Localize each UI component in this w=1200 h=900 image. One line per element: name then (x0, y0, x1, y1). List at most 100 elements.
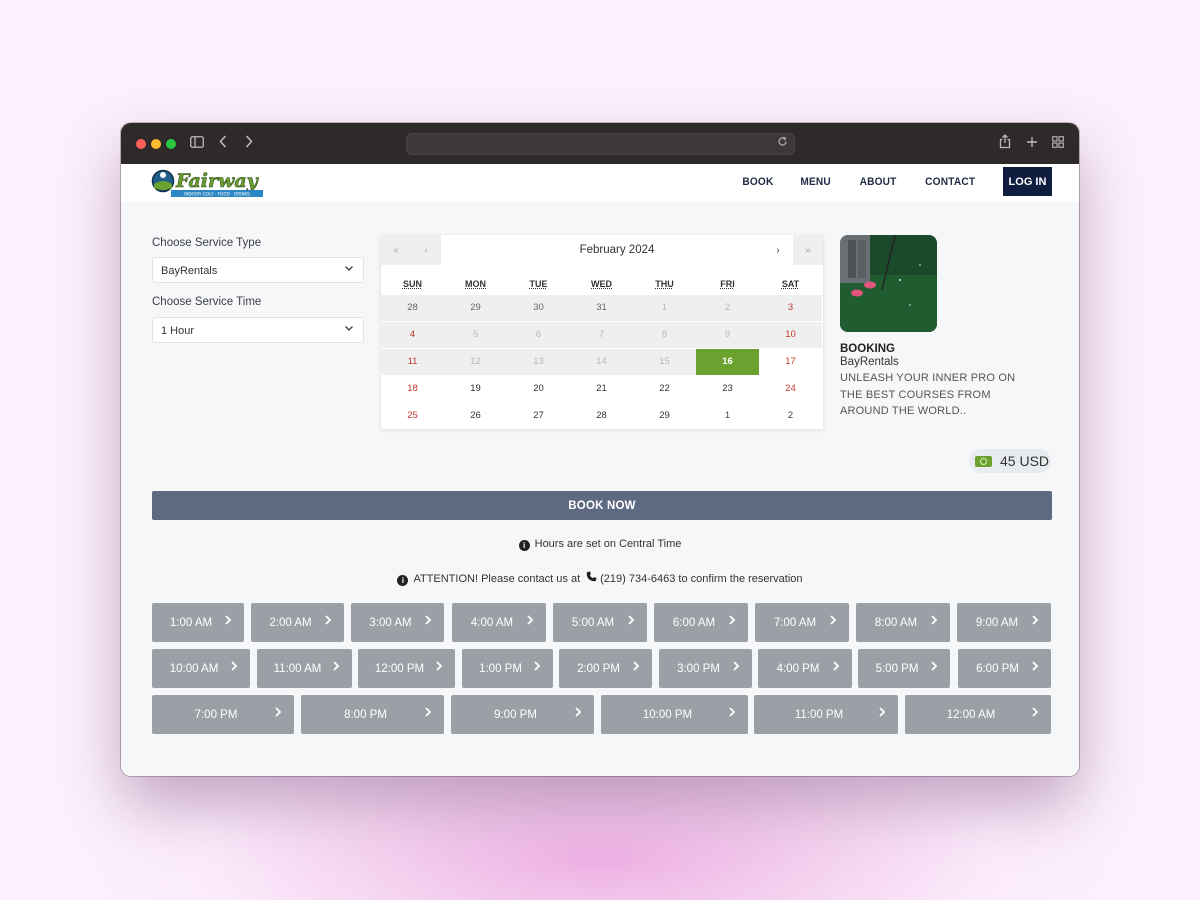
book-now-button[interactable]: BOOK NOW (152, 491, 1052, 520)
address-bar[interactable] (406, 133, 795, 155)
weekday-label: WED (591, 279, 612, 289)
timezone-note: i Hours are set on Central Time (121, 538, 1079, 551)
money-icon (975, 455, 992, 467)
time-slot-button[interactable]: 3:00 PM (659, 649, 752, 688)
time-slot-button[interactable]: 5:00 AM (553, 603, 647, 642)
calendar-day[interactable]: 20 (507, 376, 570, 402)
nav-menu[interactable]: MENU (801, 176, 832, 188)
calendar-day[interactable]: 18 (381, 376, 444, 402)
phone-icon (586, 571, 597, 585)
next-month-button[interactable]: › (763, 235, 793, 265)
time-slot-label: 1:00 PM (479, 662, 522, 675)
chevron-right-icon (526, 613, 534, 629)
weekday-label: FRI (720, 279, 735, 289)
chevron-down-icon (344, 263, 354, 276)
calendar-day: 14 (570, 349, 633, 375)
calendar-day[interactable]: 11 (381, 349, 444, 375)
logo-text: Fairway (175, 170, 260, 192)
fairway-logo[interactable]: Fairway INDOOR GOLF · FOOD · DRINKS (151, 166, 279, 199)
time-slot-label: 3:00 PM (677, 662, 720, 675)
minimize-window-button[interactable] (151, 139, 161, 149)
calendar-month-label: February 2024 (579, 244, 655, 256)
calendar-day[interactable]: 25 (381, 403, 444, 429)
nav-contact[interactable]: CONTACT (925, 176, 975, 188)
nav-book[interactable]: BOOK (742, 176, 773, 188)
time-slot-button[interactable]: 9:00 AM (957, 603, 1051, 642)
service-type-select[interactable]: BayRentals (152, 257, 364, 283)
sidebar-toggle-icon[interactable] (190, 134, 204, 152)
time-slot-button[interactable]: 5:00 PM (858, 649, 950, 688)
time-slot-label: 10:00 AM (169, 662, 219, 675)
time-slot-label: 7:00 PM (194, 708, 238, 721)
chevron-right-icon (728, 613, 736, 629)
calendar-day[interactable]: 26 (444, 403, 507, 429)
chevron-right-icon (224, 613, 232, 629)
calendar-day[interactable]: 28 (570, 403, 633, 429)
calendar-day: 30 (507, 295, 570, 321)
time-slot-button[interactable]: 1:00 PM (462, 649, 553, 688)
next-year-button[interactable]: » (793, 235, 823, 265)
service-time-value: 1 Hour (161, 325, 195, 337)
time-slot-button[interactable]: 12:00 AM (905, 695, 1051, 734)
calendar-day[interactable]: 27 (507, 403, 570, 429)
login-button[interactable]: LOG IN (1003, 167, 1052, 196)
calendar-day[interactable]: 1 (696, 403, 759, 429)
time-slot-label: 11:00 PM (794, 708, 844, 721)
maximize-window-button[interactable] (166, 139, 176, 149)
contact-phone[interactable]: (219) 734-6463 (600, 573, 675, 585)
new-tab-icon[interactable] (1026, 134, 1038, 152)
time-slot-button[interactable]: 6:00 PM (958, 649, 1051, 688)
time-slot-button[interactable]: 1:00 AM (152, 603, 244, 642)
time-slot-button[interactable]: 7:00 PM (152, 695, 294, 734)
time-slot-button[interactable]: 2:00 AM (251, 603, 344, 642)
chevron-right-icon (732, 659, 740, 675)
calendar-day-selected[interactable]: 16 (696, 349, 759, 375)
time-slot-label: 10:00 PM (642, 708, 693, 721)
calendar-day[interactable]: 2 (759, 403, 822, 429)
calendar-day[interactable]: 21 (570, 376, 633, 402)
time-slot-button[interactable]: 10:00 AM (152, 649, 250, 688)
time-slot-button[interactable]: 7:00 AM (755, 603, 849, 642)
time-slot-button[interactable]: 9:00 PM (451, 695, 594, 734)
time-slot-label: 1:00 AM (169, 616, 213, 629)
service-time-select[interactable]: 1 Hour (152, 317, 364, 343)
close-window-button[interactable] (136, 139, 146, 149)
calendar-day[interactable]: 19 (444, 376, 507, 402)
calendar-day: 15 (633, 349, 696, 375)
prev-year-button[interactable]: « (381, 235, 411, 265)
tab-overview-icon[interactable] (1052, 134, 1064, 152)
chevron-right-icon (274, 705, 282, 721)
time-slot-button[interactable]: 11:00 PM (754, 695, 898, 734)
back-icon[interactable] (219, 134, 227, 152)
weekday-label: SAT (781, 279, 800, 289)
nav-about[interactable]: ABOUT (859, 176, 896, 188)
time-slot-button[interactable]: 2:00 PM (559, 649, 652, 688)
reload-icon[interactable] (777, 136, 788, 150)
time-slot-button[interactable]: 8:00 PM (301, 695, 444, 734)
chevron-right-icon (424, 705, 432, 721)
time-slot-button[interactable]: 8:00 AM (856, 603, 950, 642)
time-slot-button[interactable]: 4:00 PM (758, 649, 852, 688)
time-slot-button[interactable]: 12:00 PM (358, 649, 455, 688)
calendar-day[interactable]: 10 (759, 322, 822, 348)
calendar-day[interactable]: 3 (759, 295, 822, 321)
calendar-day[interactable]: 24 (759, 376, 822, 402)
calendar-day[interactable]: 17 (759, 349, 822, 375)
calendar-day[interactable]: 23 (696, 376, 759, 402)
time-slot-button[interactable]: 3:00 AM (351, 603, 444, 642)
time-slot-label: 8:00 PM (344, 708, 387, 721)
time-slot-button[interactable]: 11:00 AM (257, 649, 352, 688)
calendar-day[interactable]: 22 (633, 376, 696, 402)
calendar-day[interactable]: 4 (381, 322, 444, 348)
time-slot-button[interactable]: 6:00 AM (654, 603, 748, 642)
time-slot-button[interactable]: 4:00 AM (452, 603, 546, 642)
chevron-right-icon (832, 659, 840, 675)
prev-month-button[interactable]: ‹ (411, 235, 441, 265)
logo-tagline: INDOOR GOLF · FOOD · DRINKS (184, 192, 250, 197)
chevron-right-icon (424, 613, 432, 629)
forward-icon[interactable] (245, 134, 253, 152)
time-slot-button[interactable]: 10:00 PM (601, 695, 748, 734)
calendar-day[interactable]: 29 (633, 403, 696, 429)
share-icon[interactable] (999, 134, 1011, 153)
calendar-day: 12 (444, 349, 507, 375)
